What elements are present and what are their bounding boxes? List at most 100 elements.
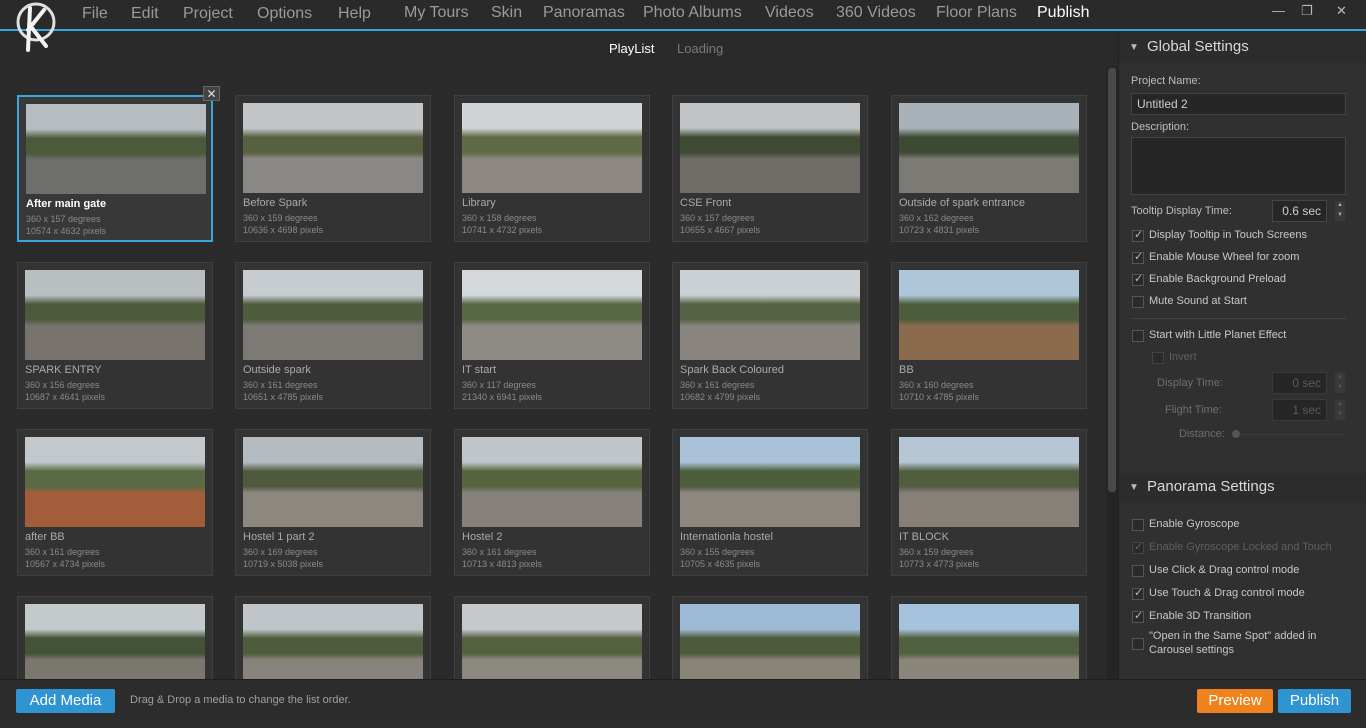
invert-label: Invert [1169,351,1197,363]
panorama-pixels: 10651 x 4785 pixels [243,392,324,402]
bottom-bar: Add Media Drag & Drop a media to change … [0,679,1366,728]
tab-playlist[interactable]: PlayList [609,41,655,56]
little-planet-label: Start with Little Planet Effect [1149,329,1287,341]
section-photo-albums[interactable]: Photo Albums [643,4,742,22]
panorama-card[interactable]: Before Spark 360 x 159 degrees 10636 x 469… [235,95,431,242]
display-time-input[interactable]: 0 sec [1272,372,1327,394]
panorama-degrees: 360 x 160 degrees [899,380,974,390]
panorama-card[interactable] [235,596,431,679]
checkbox-gyroscope[interactable] [1132,519,1144,531]
distance-slider-handle[interactable] [1232,430,1240,438]
checkbox-mute-sound[interactable] [1132,296,1144,308]
panorama-card[interactable]: Internationla hostel 360 x 155 degrees 107… [672,429,868,576]
panorama-title: IT start [462,364,497,376]
menu-help[interactable]: Help [338,5,371,23]
panorama-degrees: 360 x 159 degrees [899,547,974,557]
checkbox-gyroscope-locked[interactable] [1132,540,1144,554]
restore-icon[interactable]: ❐ [1301,3,1313,19]
background-preload-label: Enable Background Preload [1149,273,1286,285]
add-media-button[interactable]: Add Media [16,689,115,713]
checkbox-invert[interactable] [1152,352,1164,364]
collapse-arrow-icon[interactable]: ▼ [1129,42,1139,53]
menu-file[interactable]: File [82,5,108,23]
distance-slider-track[interactable] [1237,434,1344,435]
settings-panel: ▼ Global Settings Project Name: Untitled… [1118,33,1366,679]
project-name-input[interactable]: Untitled 2 [1131,93,1346,115]
panorama-card[interactable]: IT start 360 x 117 degrees 21340 x 6941 pi… [454,262,650,409]
scrollbar-thumb[interactable] [1108,68,1116,492]
checkbox-tooltip-touch[interactable] [1132,228,1144,242]
collapse-arrow-icon[interactable]: ▼ [1129,482,1139,493]
panorama-card[interactable] [454,596,650,679]
remove-media-close-icon[interactable]: ✕ [203,86,220,101]
checkbox-same-spot[interactable] [1132,638,1144,650]
menu-options[interactable]: Options [257,5,312,23]
checkbox-click-drag[interactable] [1132,565,1144,577]
panorama-card[interactable]: IT BLOCK 360 x 159 degrees 10773 x 4773 pi… [891,429,1087,576]
panorama-title: Library [462,197,496,209]
click-drag-label: Use Click & Drag control mode [1149,564,1300,576]
panorama-degrees: 360 x 157 degrees [680,213,755,223]
panorama-card[interactable]: Hostel 1 part 2 360 x 169 degrees 10719 x … [235,429,431,576]
panorama-card[interactable]: Outside spark 360 x 161 degrees 10651 x 47… [235,262,431,409]
panorama-thumbnail [899,270,1079,360]
panorama-card[interactable]: After main gate 360 x 157 degrees 10574 x … [17,95,213,242]
description-textarea[interactable] [1131,137,1346,195]
panorama-settings-header[interactable]: ▼ Panorama Settings [1119,473,1366,503]
spin-down-icon[interactable]: ▼ [1335,410,1345,420]
checkbox-little-planet[interactable] [1132,330,1144,342]
panorama-pixels: 10773 x 4773 pixels [899,559,980,569]
panorama-card[interactable]: Library 360 x 158 degrees 10741 x 4732 pix… [454,95,650,242]
panorama-pixels: 10723 x 4831 pixels [899,225,980,235]
panorama-title: After main gate [26,198,107,210]
panorama-thumbnail [899,437,1079,527]
checkbox-background-preload[interactable] [1132,272,1144,286]
checkbox-mouse-wheel[interactable] [1132,250,1144,264]
spin-down-icon[interactable]: ▼ [1335,211,1345,221]
panorama-thumbnail [680,270,860,360]
section-panoramas[interactable]: Panoramas [543,4,625,22]
section-publish[interactable]: Publish [1037,4,1089,22]
grid-scrollbar[interactable] [1106,66,1118,679]
minimize-icon[interactable]: — [1272,3,1285,18]
section-floor-plans[interactable]: Floor Plans [936,4,1017,22]
global-settings-header[interactable]: ▼ Global Settings [1119,33,1366,63]
section-my-tours[interactable]: My Tours [404,4,469,22]
menu-project[interactable]: Project [183,5,233,23]
touch-drag-label: Use Touch & Drag control mode [1149,587,1305,599]
checkbox-3d-transition[interactable] [1132,609,1144,623]
publish-button[interactable]: Publish [1278,689,1351,713]
panorama-card[interactable]: Spark Back Coloured 360 x 161 degrees 1068… [672,262,868,409]
app-logo-icon [16,2,56,52]
tab-loading[interactable]: Loading [677,41,723,56]
tooltip-time-input[interactable]: 0.6 sec [1272,200,1327,222]
panorama-card[interactable]: SPARK ENTRY 360 x 156 degrees 10687 x 4641… [17,262,213,409]
panorama-card[interactable] [891,596,1087,679]
section-videos[interactable]: Videos [765,4,814,22]
section-360-videos[interactable]: 360 Videos [836,4,916,22]
panorama-pixels: 10567 x 4734 pixels [25,559,106,569]
panorama-card[interactable] [17,596,213,679]
menu-edit[interactable]: Edit [131,5,159,23]
section-skin[interactable]: Skin [491,4,522,22]
spin-up-icon[interactable]: ▲ [1335,373,1345,383]
checkbox-touch-drag[interactable] [1132,586,1144,600]
panorama-pixels: 10741 x 4732 pixels [462,225,543,235]
panorama-card[interactable]: Outside of spark entrance 360 x 162 degre… [891,95,1087,242]
panorama-title: Before Spark [243,197,308,209]
panorama-card[interactable]: after BB 360 x 161 degrees 10567 x 4734 pi… [17,429,213,576]
panorama-card[interactable]: CSE Front 360 x 157 degrees 10655 x 4667 p… [672,95,868,242]
spin-up-icon[interactable]: ▲ [1335,201,1345,211]
panorama-card[interactable]: BB 360 x 160 degrees 10710 x 4785 pixels [891,262,1087,409]
panorama-card[interactable] [672,596,868,679]
tooltip-time-label: Tooltip Display Time: [1131,205,1232,217]
panorama-pixels: 10655 x 4667 pixels [680,225,761,235]
panorama-thumbnail [462,270,642,360]
preview-button[interactable]: Preview [1197,689,1273,713]
close-window-icon[interactable]: ✕ [1336,3,1347,19]
spin-up-icon[interactable]: ▲ [1335,400,1345,410]
flight-time-label: Flight Time: [1165,404,1222,416]
spin-down-icon[interactable]: ▼ [1335,383,1345,393]
flight-time-input[interactable]: 1 sec [1272,399,1327,421]
panorama-card[interactable]: Hostel 2 360 x 161 degrees 10713 x 4813 pi… [454,429,650,576]
